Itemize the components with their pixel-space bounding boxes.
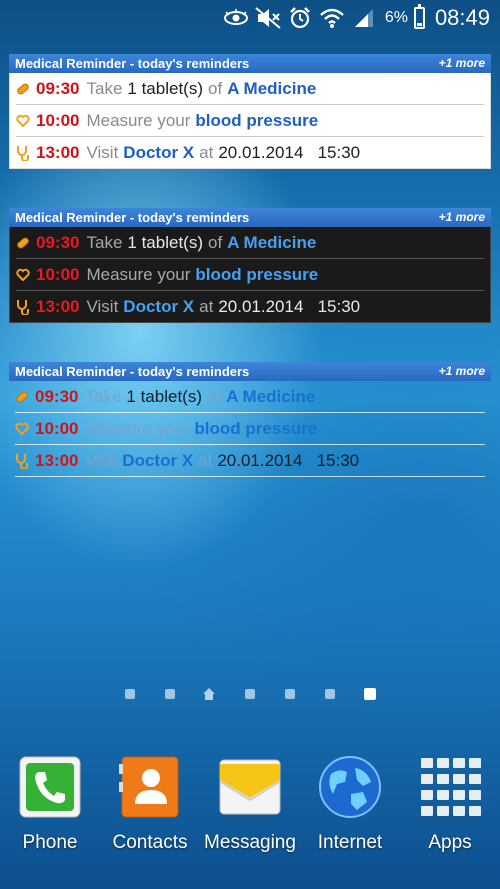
page-dot[interactable] <box>125 689 135 699</box>
pill-icon <box>16 81 30 97</box>
eye-icon <box>223 6 249 30</box>
page-dot[interactable] <box>325 689 335 699</box>
page-dot[interactable] <box>165 689 175 699</box>
internet-app[interactable]: Internet <box>300 748 400 854</box>
widget-header: Medical Reminder - today's reminders +1 … <box>9 54 491 73</box>
stethoscope-icon <box>16 145 30 161</box>
widget-title: Medical Reminder - today's reminders <box>15 364 250 379</box>
heart-icon <box>16 267 30 283</box>
clock: 08:49 <box>434 5 490 30</box>
battery-icon <box>413 4 425 29</box>
reminder-row-doctor[interactable]: 13:00 Visit Doctor X at 20.01.2014 15:30 <box>16 290 484 322</box>
globe-icon <box>317 754 383 820</box>
page-dot[interactable] <box>285 689 295 699</box>
battery-percent: 6% <box>384 9 408 26</box>
stethoscope-icon <box>16 299 30 315</box>
reminder-row-medicine[interactable]: 09:30 Take 1 tablet(s) of A Medicine <box>15 381 485 413</box>
more-link[interactable]: +1 more <box>439 208 485 227</box>
reminder-row-blood-pressure[interactable]: 10:00 Measure your blood pressure <box>16 258 484 290</box>
pill-icon <box>16 235 30 251</box>
reminder-widget-transparent[interactable]: Medical Reminder - today's reminders +1 … <box>9 362 491 477</box>
envelope-icon <box>217 754 283 820</box>
page-indicator[interactable] <box>0 686 500 702</box>
pill-icon <box>15 389 29 405</box>
wifi-icon <box>319 6 345 30</box>
messaging-app[interactable]: Messaging <box>200 748 300 854</box>
heart-icon <box>15 421 29 437</box>
home-page-icon[interactable] <box>202 687 216 701</box>
widget-title: Medical Reminder - today's reminders <box>15 56 250 71</box>
widget-title: Medical Reminder - today's reminders <box>15 210 250 225</box>
phone-icon <box>17 754 83 820</box>
signal-icon <box>351 6 377 30</box>
contacts-app[interactable]: Contacts <box>100 748 200 854</box>
page-dot[interactable] <box>245 689 255 699</box>
more-link[interactable]: +1 more <box>439 54 485 73</box>
reminder-row-doctor[interactable]: 13:00 Visit Doctor X at 20.01.2014 15:30 <box>15 445 485 477</box>
mute-icon <box>255 6 281 30</box>
reminder-row-medicine[interactable]: 09:30 Take 1 tablet(s) of A Medicine <box>16 73 484 104</box>
widget-header: Medical Reminder - today's reminders +1 … <box>9 208 491 227</box>
grid-icon <box>417 754 483 820</box>
apps-drawer[interactable]: Apps <box>400 748 500 854</box>
app-dock: Phone Contacts Messaging Internet Apps <box>0 748 500 868</box>
stethoscope-icon <box>15 453 29 469</box>
reminder-row-blood-pressure[interactable]: 10:00 Measure your blood pressure <box>15 413 485 445</box>
contacts-icon <box>117 754 183 820</box>
reminder-row-medicine[interactable]: 09:30 Take 1 tablet(s) of A Medicine <box>16 227 484 258</box>
more-link[interactable]: +1 more <box>439 362 485 381</box>
status-bar: 6% 08:49 <box>0 0 500 36</box>
phone-app[interactable]: Phone <box>0 748 100 854</box>
reminder-row-blood-pressure[interactable]: 10:00 Measure your blood pressure <box>16 104 484 136</box>
reminder-row-doctor[interactable]: 13:00 Visit Doctor X at 20.01.2014 15:30 <box>16 136 484 168</box>
page-dot-active[interactable] <box>364 688 376 700</box>
alarm-icon <box>287 6 313 30</box>
reminder-widget-dark[interactable]: Medical Reminder - today's reminders +1 … <box>9 208 491 323</box>
reminder-widget-light[interactable]: Medical Reminder - today's reminders +1 … <box>9 54 491 169</box>
widget-header: Medical Reminder - today's reminders +1 … <box>9 362 491 381</box>
heart-icon <box>16 113 30 129</box>
